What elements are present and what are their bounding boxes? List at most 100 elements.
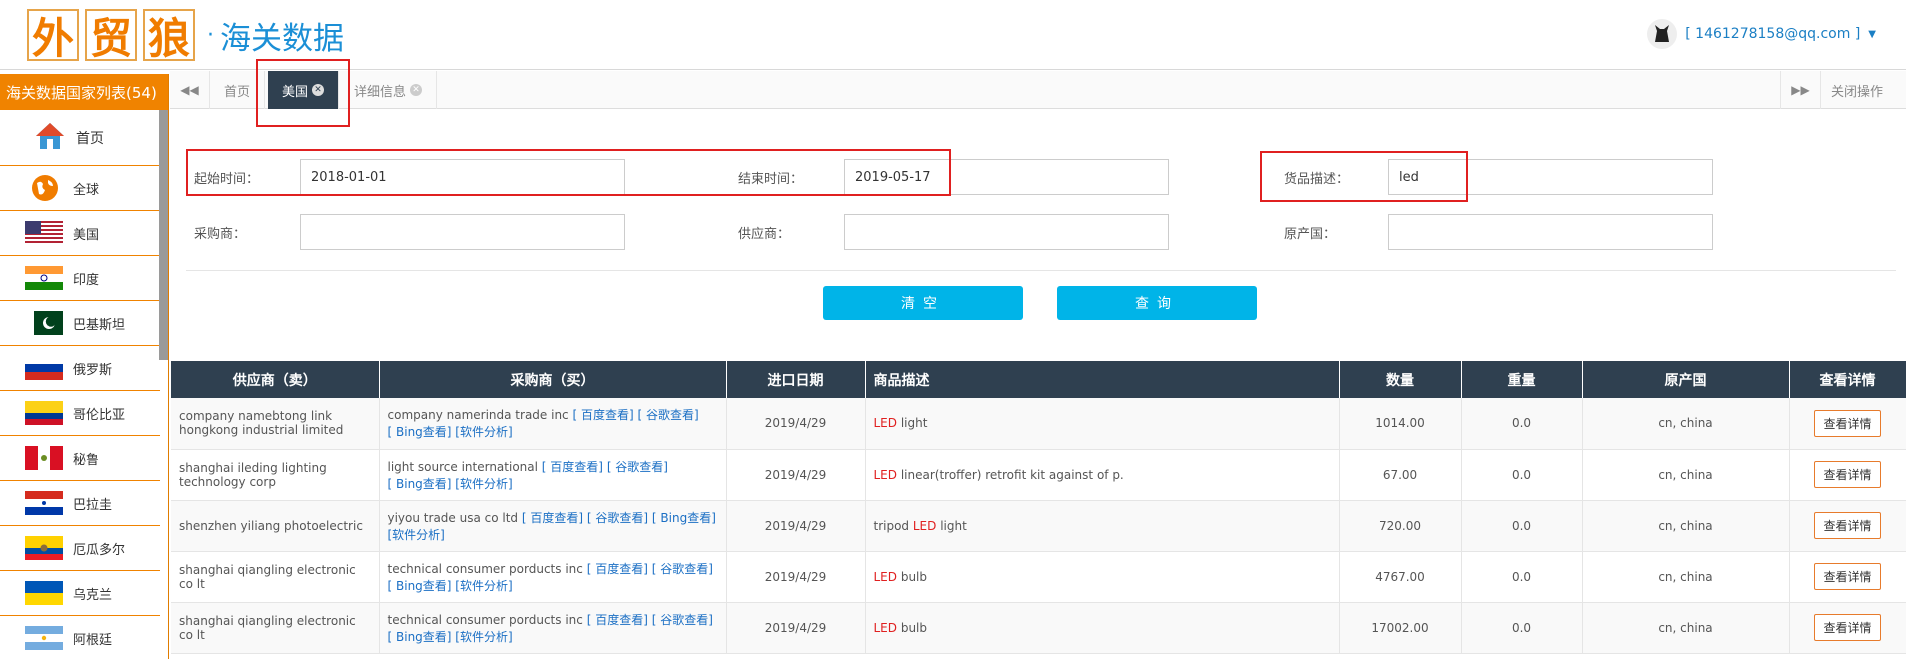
annotation-highlight-tab [256,59,350,127]
col-weight[interactable]: 重量 [1461,361,1583,398]
origin-cell: cn, china [1582,551,1790,603]
origin-country-input[interactable] [1388,214,1713,250]
baidu-search-link[interactable]: [ 百度查看] [587,613,648,627]
sidebar-item-label: 俄罗斯 [73,362,113,378]
table-row: company namebtong link hongkong industri… [171,398,1906,450]
google-search-link[interactable]: [ 谷歌查看] [652,562,713,576]
buyer-name: technical consumer porducts inc [387,561,583,576]
sidebar-item-home[interactable]: 首页 [0,110,160,166]
sidebar-item-argentina[interactable]: 阿根廷 [0,616,160,659]
sidebar-item-pakistan[interactable]: 巴基斯坦 [0,301,160,346]
software-analysis-link[interactable]: [软件分析] [455,630,512,644]
query-button[interactable]: 查询 [1057,286,1257,320]
software-analysis-link[interactable]: [软件分析] [455,579,512,593]
software-analysis-link[interactable]: [软件分析] [455,425,512,439]
sidebar-item-global[interactable]: 全球 [0,166,160,211]
sidebar-item-india[interactable]: 印度 [0,256,160,301]
sidebar-item-peru[interactable]: 秘鲁 [0,436,160,481]
description-cell: LED light [865,398,1340,450]
sidebar-item-label: 首页 [76,130,104,147]
sidebar-item-usa[interactable]: 美国 [0,211,160,256]
clear-button[interactable]: 清空 [823,286,1023,320]
buyer-cell: light source international [ 百度查看] [ 谷歌查… [379,449,727,501]
tab-scroll-left-button[interactable]: ◀◀ [170,71,210,109]
sidebar-item-colombia[interactable]: 哥伦比亚 [0,391,160,436]
col-origin[interactable]: 原产国 [1582,361,1790,398]
col-buyer[interactable]: 采购商（买） [379,361,727,398]
col-quantity[interactable]: 数量 [1339,361,1462,398]
tab-scroll-right-button[interactable]: ▶▶ [1780,71,1820,109]
view-detail-button[interactable]: 查看详情 [1814,461,1881,488]
supplier-cell: shenzhen yiliang photoelectric [171,500,380,552]
google-search-link[interactable]: [ 谷歌查看] [638,408,699,422]
buyer-cell: technical consumer porducts inc [ 百度查看] … [379,551,727,603]
logo-char-2: 贸 [85,9,137,63]
user-email[interactable]: [ 1461278158@qq.com ] [1685,26,1860,42]
col-supplier[interactable]: 供应商（卖） [171,361,380,398]
bing-search-link[interactable]: [ Bing查看] [388,579,452,593]
buyer-label: 采购商： [194,227,247,242]
view-detail-button[interactable]: 查看详情 [1814,614,1881,641]
bing-search-link[interactable]: [ Bing查看] [388,425,452,439]
flag-russia-icon [25,356,63,380]
google-search-link[interactable]: [ 谷歌查看] [652,613,713,627]
description-prefix: tripod [873,518,913,533]
bing-search-link[interactable]: [ Bing查看] [388,477,452,491]
sidebar-item-ukraine[interactable]: 乌克兰 [0,571,160,616]
supplier-input[interactable] [844,214,1169,250]
col-import-date[interactable]: 进口日期 [726,361,866,398]
google-search-link[interactable]: [ 谷歌查看] [587,511,648,525]
detail-cell: 查看详情 [1789,500,1906,552]
close-tab-icon[interactable]: ✕ [410,84,423,96]
google-search-link[interactable]: [ 谷歌查看] [607,460,668,474]
sidebar-item-label: 巴基斯坦 [73,317,126,333]
sidebar-scrollbar[interactable] [159,110,168,360]
quantity-cell: 67.00 [1339,449,1462,501]
software-analysis-link[interactable]: [软件分析] [455,477,512,491]
flag-peru-icon [25,446,63,470]
description-text: light [936,518,967,533]
table-header-row: 供应商（卖） 采购商（买） 进口日期 商品描述 数量 重量 原产国 查看详情 [171,361,1906,398]
keyword-highlight: LED [873,467,898,482]
weight-cell: 0.0 [1461,551,1583,603]
detail-cell: 查看详情 [1789,449,1906,501]
sidebar-item-russia[interactable]: 俄罗斯 [0,346,160,391]
date-cell: 2019/4/29 [726,449,866,501]
bing-search-link[interactable]: [ Bing查看] [388,630,452,644]
chevron-down-icon[interactable]: ▼ [1868,29,1876,40]
user-menu[interactable]: [ 1461278158@qq.com ] ▼ [1647,19,1876,49]
software-analysis-link[interactable]: [软件分析] [388,528,445,542]
origin-cell: cn, china [1582,602,1790,654]
weight-cell: 0.0 [1461,398,1583,450]
country-list: 首页 全球 美国 印度 巴基斯坦 俄罗斯 哥伦比亚 秘鲁 巴拉圭 厄瓜多尔 乌克… [0,110,168,659]
supplier-cell: shanghai qiangling electronic co lt [171,602,380,654]
keyword-highlight: LED [912,518,937,533]
country-sidebar: 海关数据国家列表(54) 首页 全球 美国 印度 巴基斯坦 俄罗斯 哥伦比亚 秘… [0,74,169,659]
sidebar-item-ecuador[interactable]: 厄瓜多尔 [0,526,160,571]
baidu-search-link[interactable]: [ 百度查看] [587,562,648,576]
description-cell: LED bulb [865,551,1340,603]
weight-cell: 0.0 [1461,449,1583,501]
description-cell: LED bulb [865,602,1340,654]
baidu-search-link[interactable]: [ 百度查看] [542,460,603,474]
view-detail-button[interactable]: 查看详情 [1814,512,1881,539]
buyer-cell: technical consumer porducts inc [ 百度查看] … [379,602,727,654]
origin-cell: cn, china [1582,449,1790,501]
view-detail-button[interactable]: 查看详情 [1814,409,1881,437]
col-detail[interactable]: 查看详情 [1789,361,1906,398]
origin-country-label: 原产国： [1284,227,1337,242]
buyer-input[interactable] [300,214,625,250]
site-logo[interactable]: 外 贸 狼 · 海关数据 [27,9,344,63]
buyer-cell: yiyou trade usa co ltd [ 百度查看] [ 谷歌查看] [… [379,500,727,552]
date-cell: 2019/4/29 [726,602,866,654]
description-text: linear(troffer) retrofit kit against of … [897,467,1124,482]
close-operations-menu[interactable]: 关闭操作 [1820,71,1906,109]
globe-icon [31,174,59,202]
baidu-search-link[interactable]: [ 百度查看] [522,511,583,525]
bing-search-link[interactable]: [ Bing查看] [652,511,716,525]
sidebar-item-paraguay[interactable]: 巴拉圭 [0,481,160,526]
view-detail-button[interactable]: 查看详情 [1814,563,1881,590]
baidu-search-link[interactable]: [ 百度查看] [572,408,633,422]
col-description[interactable]: 商品描述 [865,361,1340,398]
tab-details[interactable]: 详细信息 ✕ [340,71,438,109]
